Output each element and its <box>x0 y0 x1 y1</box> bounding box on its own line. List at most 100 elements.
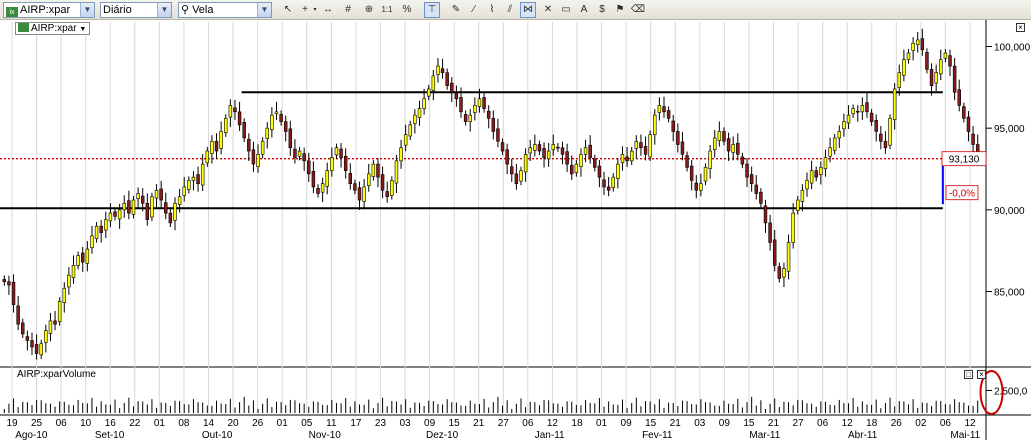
chevron-down-icon[interactable]: ▼ <box>79 26 86 33</box>
close-icon[interactable]: × <box>977 370 986 379</box>
candle-body <box>736 142 740 155</box>
candle-body <box>426 88 431 97</box>
day-tick-label: 22 <box>129 418 141 429</box>
symbol-badge-icon <box>18 23 29 32</box>
price-chart[interactable]: 19 25 06 10 16 22 01 08 14 20 26 01 05 11 17 23 03 09 15 21… <box>0 20 1031 440</box>
candle-body <box>459 97 463 113</box>
candle-body <box>219 131 223 149</box>
chevron-down-icon[interactable]: ▼ <box>157 3 171 17</box>
price-tick-label: 95,000 <box>994 124 1025 135</box>
candle-body <box>274 111 279 115</box>
day-tick-label: 01 <box>154 418 166 429</box>
last-price-tag: 93,130 <box>949 155 980 166</box>
candle-body <box>694 182 699 191</box>
symbol-combo[interactable]: ix AIRP:xpar ▼ <box>3 2 95 18</box>
candle-body <box>551 144 556 151</box>
day-tick-label: 12 <box>842 418 854 429</box>
candle-body <box>814 170 818 178</box>
candle-body <box>445 72 449 87</box>
candle-body <box>422 98 426 109</box>
period-combo[interactable]: Diário ▼ <box>100 2 172 18</box>
day-tick-label: 15 <box>449 418 461 429</box>
main-chart-label[interactable]: AIRP:xpar ▼ <box>15 22 91 35</box>
candle-body <box>473 105 477 113</box>
dollar-icon[interactable]: $ <box>594 2 610 18</box>
candle-body <box>777 266 782 279</box>
candle-body <box>76 255 80 266</box>
day-tick-label: 12 <box>547 418 559 429</box>
day-tick-label: 26 <box>252 418 264 429</box>
month-tick-label: Nov-10 <box>309 430 342 440</box>
candle-body <box>749 174 754 184</box>
candle-body <box>251 149 256 165</box>
candle-body <box>224 118 228 134</box>
candle-body <box>265 127 269 139</box>
day-tick-label: 03 <box>399 418 411 429</box>
candle-body <box>334 147 339 156</box>
zoom-icon[interactable]: ⊕ <box>361 2 377 18</box>
text-icon[interactable]: A <box>576 2 592 18</box>
candle-body <box>685 155 689 168</box>
candle-body <box>648 134 652 158</box>
candle-body <box>440 68 445 73</box>
gann-icon[interactable]: ✕ <box>540 2 556 18</box>
fibonacci-icon[interactable]: ⌇ <box>484 2 500 18</box>
channel-icon[interactable]: ⫽ <box>502 2 518 18</box>
candle-body <box>53 320 57 325</box>
candle-body <box>413 114 417 124</box>
candle-body <box>159 188 163 201</box>
period-value: Diário <box>103 4 132 16</box>
month-tick-label: Mai-11 <box>950 430 980 440</box>
grid-icon[interactable]: # <box>340 2 356 18</box>
month-tick-label: Abr-11 <box>848 430 878 440</box>
candle-body <box>874 120 878 132</box>
candle-body <box>210 140 214 154</box>
line-icon[interactable]: ⁄ <box>466 2 482 18</box>
candle-body <box>671 120 675 132</box>
chevron-down-icon[interactable]: ▼ <box>257 3 271 17</box>
candle-body <box>819 167 823 175</box>
candle-body <box>883 140 888 149</box>
candle-body <box>962 106 966 119</box>
candle-body <box>491 118 496 132</box>
rectangle-icon[interactable]: ▭ <box>558 2 574 18</box>
close-icon[interactable]: × <box>1016 23 1025 32</box>
candle-body <box>191 176 196 181</box>
magnet-icon[interactable]: ⋈ <box>520 2 536 18</box>
day-tick-label: 08 <box>178 418 190 429</box>
candle-body <box>371 163 376 177</box>
candle-body <box>570 165 574 175</box>
candle-body <box>782 268 786 278</box>
day-tick-label: 05 <box>301 418 313 429</box>
chevron-down-icon[interactable]: ▼ <box>80 3 94 17</box>
candle-body <box>505 149 509 165</box>
candle-body <box>205 150 210 164</box>
trendline-tool-icon[interactable]: ⊤ <box>424 2 440 18</box>
view-combo[interactable]: ⚲ Vela ▼ <box>178 2 272 18</box>
maximize-icon[interactable]: □ <box>964 370 973 379</box>
percent-icon[interactable]: % <box>399 2 415 18</box>
pencil-icon[interactable]: ✎ <box>448 2 464 18</box>
flag-icon[interactable]: ⚑ <box>612 2 628 18</box>
chart-background <box>0 20 1031 440</box>
candle-body <box>67 274 71 288</box>
volume-tick-label: 2.500,0 <box>994 386 1028 397</box>
candle-body <box>127 200 131 214</box>
candle-body <box>574 163 579 173</box>
candle-body <box>902 59 906 76</box>
day-tick-label: 15 <box>645 418 657 429</box>
candle-body <box>786 242 791 272</box>
month-tick-label: Mar-11 <box>749 430 780 440</box>
candle-body <box>431 75 436 91</box>
day-tick-label: 11 <box>326 418 337 429</box>
candle-body <box>911 42 915 51</box>
candle-body <box>593 158 597 168</box>
scale-1to1-icon[interactable]: 1:1 <box>379 2 395 18</box>
day-tick-label: 03 <box>694 418 706 429</box>
pointer-icon[interactable]: ↖ <box>280 2 296 18</box>
candle-body <box>237 111 242 126</box>
candle-body <box>343 155 348 171</box>
candle-body <box>196 174 200 184</box>
scroll-icon[interactable]: ↔ <box>320 2 336 18</box>
eraser-icon[interactable]: ⌫ <box>630 2 646 18</box>
